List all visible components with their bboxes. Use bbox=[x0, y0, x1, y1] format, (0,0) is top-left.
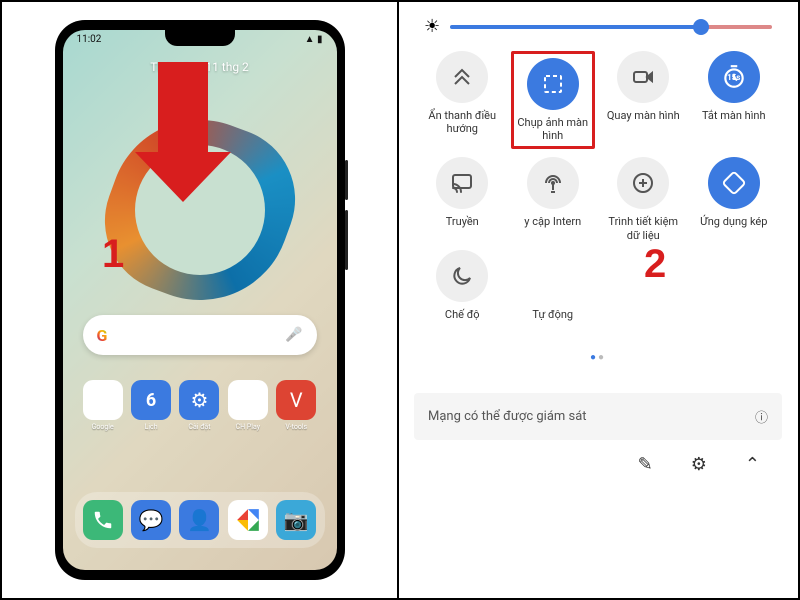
tile-hide-navbar[interactable]: Ẩn thanh điều hướng bbox=[420, 51, 505, 149]
tile-dark-mode[interactable]: Chế độ bbox=[420, 250, 505, 334]
app-contacts[interactable]: 👤 bbox=[179, 500, 219, 540]
app-phone[interactable] bbox=[83, 500, 123, 540]
network-notice[interactable]: Mạng có thể được giám sát ⓘ bbox=[414, 393, 782, 440]
info-icon: ⓘ bbox=[755, 407, 768, 426]
dock: 💬 👤 📷 bbox=[75, 492, 325, 548]
app-calendar[interactable]: 6 Lịch bbox=[131, 380, 171, 431]
app-camera[interactable]: 📷 bbox=[276, 500, 316, 540]
network-notice-text: Mạng có thể được giám sát bbox=[428, 409, 587, 424]
swipe-down-arrow-annotation bbox=[158, 62, 231, 202]
app-google-folder[interactable]: Google bbox=[83, 380, 123, 431]
data-saver-icon bbox=[617, 157, 669, 209]
step1-panel: 11:02 ▲ ▮ Thứ Năm, 11 thg 2 🎤 Google 6 bbox=[2, 2, 397, 598]
mic-icon[interactable]: 🎤 bbox=[285, 327, 302, 343]
dual-app-icon bbox=[708, 157, 760, 209]
google-search-bar[interactable]: 🎤 bbox=[83, 315, 317, 355]
play-icon: ▶ bbox=[228, 380, 268, 420]
app-photos[interactable] bbox=[228, 500, 268, 540]
calendar-icon: 6 bbox=[131, 380, 171, 420]
brightness-slider[interactable] bbox=[450, 25, 772, 29]
app-vtools[interactable]: V V-tools bbox=[276, 380, 316, 431]
volume-button[interactable] bbox=[345, 210, 348, 270]
app-messages[interactable]: 💬 bbox=[131, 500, 171, 540]
notch bbox=[165, 30, 235, 46]
app-row: Google 6 Lịch ⚙ Cài đặt ▶ CH Play bbox=[79, 380, 321, 431]
app-play-store[interactable]: ▶ CH Play bbox=[228, 380, 268, 431]
tile-auto[interactable]: Tự động bbox=[511, 250, 596, 334]
tile-dual-app[interactable]: Ứng dụng kép bbox=[692, 157, 777, 241]
step2-panel: ☀ Ẩn thanh điều hướng Chụp ảnh màn hình … bbox=[397, 2, 797, 598]
clock: 11:02 bbox=[77, 34, 102, 45]
vtools-icon: V bbox=[276, 380, 316, 420]
quick-settings-grid: Ẩn thanh điều hướng Chụp ảnh màn hình Qu… bbox=[414, 51, 782, 334]
tile-screen-record[interactable]: Quay màn hình bbox=[601, 51, 686, 149]
contacts-icon: 👤 bbox=[179, 500, 219, 540]
record-icon bbox=[617, 51, 669, 103]
tile-cast[interactable]: Truyền bbox=[420, 157, 505, 241]
app-settings[interactable]: ⚙ Cài đặt bbox=[179, 380, 219, 431]
status-icons: ▲ ▮ bbox=[305, 34, 323, 45]
blank-icon bbox=[527, 250, 579, 302]
google-logo-icon bbox=[97, 326, 115, 344]
step-number-1: 1 bbox=[102, 232, 124, 277]
nav-icon bbox=[436, 51, 488, 103]
page-indicator: ●● bbox=[414, 352, 782, 363]
message-icon: 💬 bbox=[131, 500, 171, 540]
tile-screenshot[interactable]: Chụp ảnh màn hình bbox=[511, 51, 596, 149]
capture-icon bbox=[527, 58, 579, 110]
phone-icon bbox=[83, 500, 123, 540]
cast-icon bbox=[436, 157, 488, 209]
expand-icon[interactable]: ⌃ bbox=[745, 454, 760, 475]
timer-icon: 15s bbox=[708, 51, 760, 103]
tile-data-saver[interactable]: Trình tiết kiệm dữ liệu bbox=[601, 157, 686, 241]
camera-icon: 📷 bbox=[276, 500, 316, 540]
moon-icon bbox=[436, 250, 488, 302]
step-number-2: 2 bbox=[644, 242, 666, 287]
slider-thumb[interactable] bbox=[693, 19, 709, 35]
tile-internet-access[interactable]: y cập Intern bbox=[511, 157, 596, 241]
tile-screen-off[interactable]: 15s Tắt màn hình bbox=[692, 51, 777, 149]
hotspot-icon bbox=[527, 157, 579, 209]
brightness-slider-row: ☀ bbox=[414, 12, 782, 51]
edit-icon[interactable]: ✎ bbox=[638, 454, 653, 475]
brightness-icon: ☀ bbox=[424, 16, 440, 37]
power-button[interactable] bbox=[345, 160, 348, 200]
tutorial-image: 11:02 ▲ ▮ Thứ Năm, 11 thg 2 🎤 Google 6 bbox=[0, 0, 800, 600]
photos-icon bbox=[228, 500, 268, 540]
quick-settings-footer: ✎ ⚙ ⌃ bbox=[414, 440, 782, 475]
settings-gear-icon[interactable]: ⚙ bbox=[691, 454, 707, 475]
gear-icon: ⚙ bbox=[179, 380, 219, 420]
